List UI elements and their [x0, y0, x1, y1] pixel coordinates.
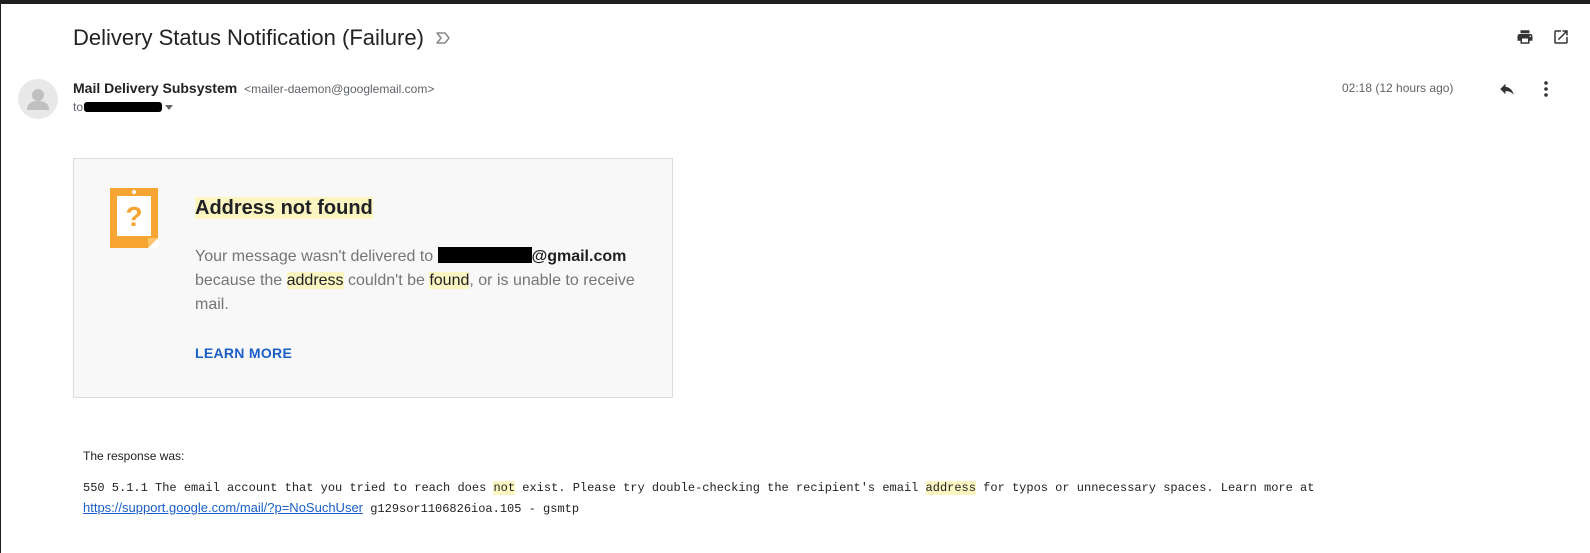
question-note-icon: ?: [110, 188, 158, 255]
response-label: The response was:: [83, 449, 185, 463]
sender-email: <mailer-daemon@googlemail.com>: [244, 82, 435, 96]
card-word-address: address: [286, 272, 344, 289]
sender-row: Mail Delivery Subsystem <mailer-daemon@g…: [73, 80, 434, 96]
card-text-part1: Your message wasn't delivered to: [195, 248, 438, 265]
recipient-row[interactable]: to: [73, 100, 174, 114]
redacted-address: [437, 247, 532, 263]
open-in-new-icon[interactable]: [1551, 27, 1570, 46]
response-text-part2: exist. Please try double-checking the re…: [515, 481, 926, 495]
response-text-part4: g129sor1106826ioa.105 - gsmtp: [363, 502, 580, 516]
avatar-icon: [27, 89, 49, 110]
card-heading-text: Address not found: [195, 197, 373, 219]
top-border: [0, 0, 1590, 4]
response-word-address: address: [925, 481, 976, 495]
response-text-part3: for typos or unnecessary spaces. Learn m…: [975, 481, 1315, 495]
card-email-domain: @gmail.com: [531, 248, 627, 265]
top-actions: [1515, 27, 1570, 46]
response-text-part1: 550 5.1.1 The email account that you tri…: [83, 481, 494, 495]
svg-text:?: ?: [125, 201, 142, 232]
response-body: 550 5.1.1 The email account that you tri…: [83, 479, 1473, 519]
print-icon[interactable]: [1515, 27, 1534, 46]
card-word-found: found: [429, 272, 470, 289]
redacted-recipient: [84, 102, 163, 112]
card-text-part3: couldn't be: [343, 272, 430, 289]
response-word-not: not: [493, 481, 516, 495]
email-subject: Delivery Status Notification (Failure): [73, 25, 424, 50]
card-heading: Address not found: [195, 197, 373, 220]
chevron-down-icon[interactable]: [165, 104, 174, 110]
learn-more-link[interactable]: LEARN MORE: [195, 345, 292, 361]
sender-name: Mail Delivery Subsystem: [73, 80, 238, 96]
label-icon[interactable]: [434, 29, 452, 47]
reply-icon[interactable]: [1497, 80, 1517, 103]
bounce-card: ? Address not found Your message wasn't …: [73, 158, 673, 398]
card-text-part2: because the: [195, 272, 287, 289]
left-border: [0, 0, 1, 553]
timestamp: 02:18 (12 hours ago): [1342, 81, 1454, 95]
subject-row: Delivery Status Notification (Failure): [73, 22, 452, 54]
avatar: [18, 79, 58, 119]
more-vert-icon[interactable]: [1539, 80, 1553, 103]
card-message: Your message wasn't delivered to @gmail.…: [195, 245, 645, 317]
recipient-prefix: to: [73, 100, 84, 114]
support-link[interactable]: https://support.google.com/mail/?p=NoSuc…: [83, 500, 363, 515]
